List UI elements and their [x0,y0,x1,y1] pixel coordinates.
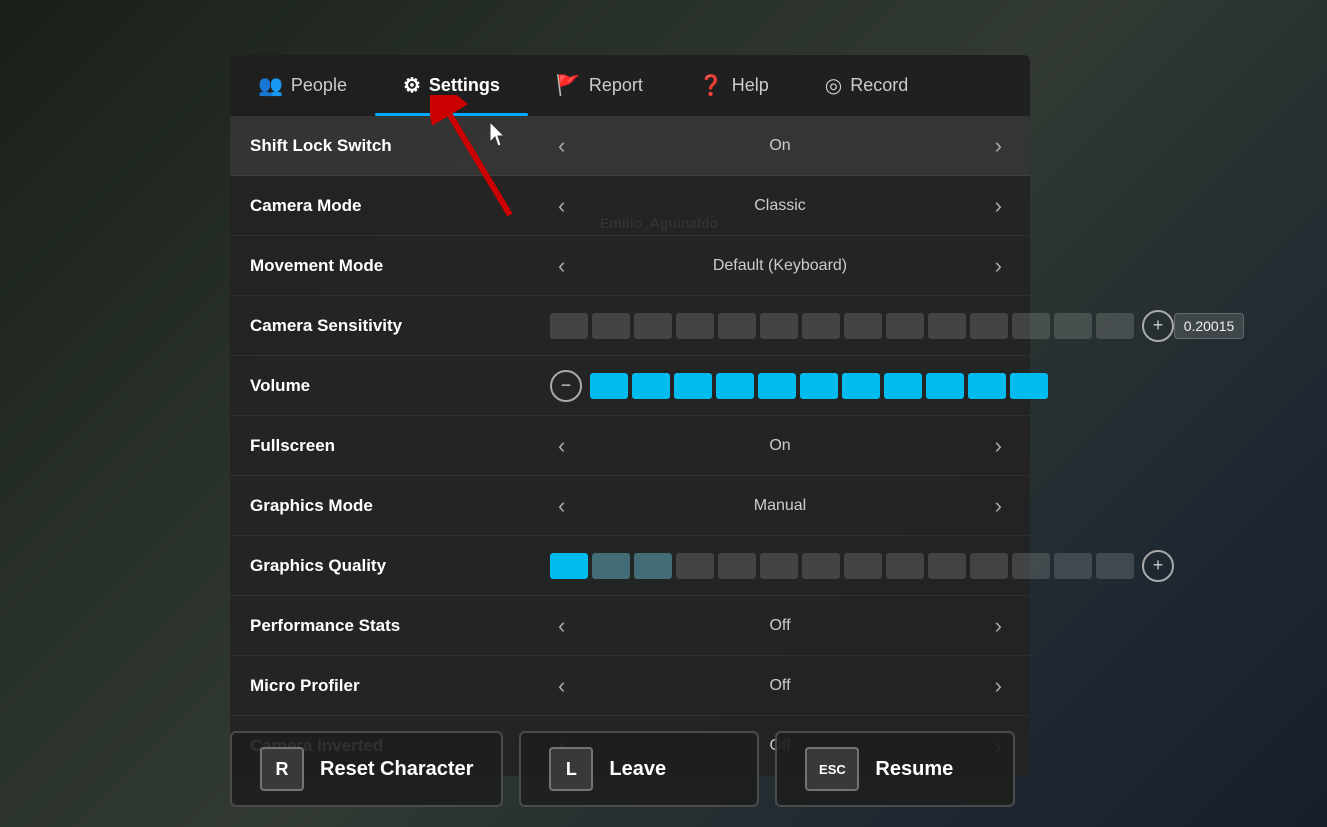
control-shift-lock: ‹ On › [550,131,1010,161]
value-shift-lock: On [573,137,986,155]
resume-key-badge: ESC [805,747,859,791]
bottom-buttons: R Reset Character L Leave ESC Resume [230,731,1015,807]
control-camera-sensitivity: + 0.20015 [550,310,1244,342]
control-fullscreen: ‹ On › [550,431,1010,461]
setting-graphics-mode: Graphics Mode ‹ Manual › [230,476,1030,536]
setting-movement-mode: Movement Mode ‹ Default (Keyboard) › [230,236,1030,296]
control-performance-stats: ‹ Off › [550,611,1010,641]
tab-settings[interactable]: ⚙ Settings [375,55,528,116]
reset-key-badge: R [260,747,304,791]
label-shift-lock: Shift Lock Switch [250,136,550,156]
micro-profiler-prev[interactable]: ‹ [550,671,573,701]
label-performance-stats: Performance Stats [250,616,550,636]
reset-button[interactable]: R Reset Character [230,731,503,807]
tab-people[interactable]: 👥 People [230,55,375,116]
tab-report[interactable]: 🚩 Report [528,55,671,116]
tab-bar: 👥 People ⚙ Settings 🚩 Report ❓ Help ◎ Re… [230,55,1030,116]
setting-camera-sensitivity: Camera Sensitivity + 0.20015 [230,296,1030,356]
shift-lock-prev[interactable]: ‹ [550,131,573,161]
label-camera-mode: Camera Mode [250,196,550,216]
tab-help-label: Help [732,75,769,96]
value-fullscreen: On [573,437,986,455]
settings-icon: ⚙ [403,73,421,98]
value-micro-profiler: Off [573,677,986,695]
resume-label: Resume [875,758,953,781]
quality-slider[interactable] [550,553,1134,579]
volume-minus[interactable]: − [550,370,582,402]
tab-record-label: Record [850,75,908,96]
setting-micro-profiler: Micro Profiler ‹ Off › [230,656,1030,716]
tab-record[interactable]: ◎ Record [797,55,936,116]
report-icon: 🚩 [556,73,581,98]
camera-mode-next[interactable]: › [987,191,1010,221]
people-icon: 👥 [258,73,283,98]
label-camera-sensitivity: Camera Sensitivity [250,316,550,336]
shift-lock-next[interactable]: › [987,131,1010,161]
value-performance-stats: Off [573,617,986,635]
movement-mode-prev[interactable]: ‹ [550,251,573,281]
fullscreen-prev[interactable]: ‹ [550,431,573,461]
help-icon: ❓ [699,73,724,98]
settings-panel: Shift Lock Switch ‹ On › Camera Mode ‹ C… [230,116,1030,776]
graphics-mode-prev[interactable]: ‹ [550,491,573,521]
control-micro-profiler: ‹ Off › [550,671,1010,701]
resume-button[interactable]: ESC Resume [775,731,1015,807]
leave-button[interactable]: L Leave [519,731,759,807]
value-movement-mode: Default (Keyboard) [573,257,986,275]
control-camera-mode: ‹ Classic › [550,191,1010,221]
leave-key-badge: L [549,747,593,791]
sensitivity-slider[interactable] [550,313,1134,339]
tab-people-label: People [291,75,347,96]
reset-label: Reset Character [320,758,473,781]
control-graphics-quality: + [550,550,1174,582]
setting-volume: Volume − [230,356,1030,416]
value-camera-mode: Classic [573,197,986,215]
label-graphics-quality: Graphics Quality [250,556,550,576]
camera-mode-prev[interactable]: ‹ [550,191,573,221]
fullscreen-next[interactable]: › [987,431,1010,461]
control-volume: − [550,370,1048,402]
control-movement-mode: ‹ Default (Keyboard) › [550,251,1010,281]
tab-help[interactable]: ❓ Help [671,55,797,116]
sensitivity-plus[interactable]: + [1142,310,1174,342]
graphics-mode-next[interactable]: › [987,491,1010,521]
setting-performance-stats: Performance Stats ‹ Off › [230,596,1030,656]
label-fullscreen: Fullscreen [250,436,550,456]
menu-container: 👥 People ⚙ Settings 🚩 Report ❓ Help ◎ Re… [230,55,1030,776]
setting-graphics-quality: Graphics Quality + [230,536,1030,596]
record-icon: ◎ [825,73,842,98]
value-graphics-mode: Manual [573,497,986,515]
label-movement-mode: Movement Mode [250,256,550,276]
perf-stats-prev[interactable]: ‹ [550,611,573,641]
setting-camera-mode: Camera Mode ‹ Classic › [230,176,1030,236]
leave-label: Leave [609,758,666,781]
sensitivity-value: 0.20015 [1174,313,1244,339]
movement-mode-next[interactable]: › [987,251,1010,281]
tab-report-label: Report [589,75,643,96]
setting-shift-lock: Shift Lock Switch ‹ On › [230,116,1030,176]
micro-profiler-next[interactable]: › [987,671,1010,701]
label-volume: Volume [250,376,550,396]
setting-fullscreen: Fullscreen ‹ On › [230,416,1030,476]
label-micro-profiler: Micro Profiler [250,676,550,696]
volume-slider[interactable] [590,373,1048,399]
quality-plus[interactable]: + [1142,550,1174,582]
perf-stats-next[interactable]: › [987,611,1010,641]
label-graphics-mode: Graphics Mode [250,496,550,516]
control-graphics-mode: ‹ Manual › [550,491,1010,521]
tab-settings-label: Settings [429,75,500,96]
